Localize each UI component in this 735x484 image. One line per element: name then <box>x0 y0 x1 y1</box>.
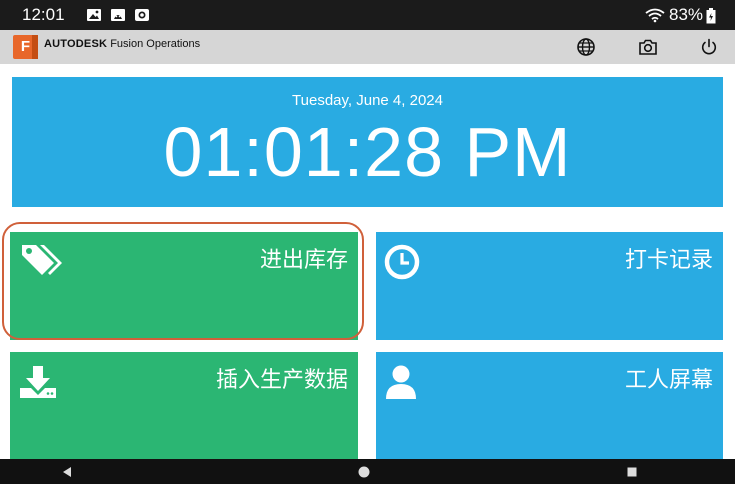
clock-icon <box>384 244 420 280</box>
globe-icon[interactable] <box>576 37 596 57</box>
clock-panel: Tuesday, June 4, 2024 01:01:28 PM <box>12 77 723 207</box>
recents-icon[interactable] <box>625 465 639 479</box>
clock-date: Tuesday, June 4, 2024 <box>292 92 443 109</box>
tile-insert-production-data-label: 插入生产数据 <box>215 368 348 393</box>
tile-clock-records-label: 打卡记录 <box>624 248 713 273</box>
app-header: F AUTODESK Fusion Operations <box>0 30 735 64</box>
status-time: 12:01 <box>22 5 65 24</box>
tags-icon <box>22 245 62 275</box>
battery-percentage: 83% <box>669 5 704 24</box>
user-icon <box>386 365 416 399</box>
power-icon[interactable] <box>699 37 719 57</box>
tile-inventory-label: 进出库存 <box>259 248 348 273</box>
tile-insert-production-data[interactable]: 插入生产数据 <box>10 352 358 459</box>
download-icon <box>20 366 56 398</box>
status-bar: 12:01 83% <box>0 0 735 30</box>
tile-inventory[interactable]: 进出库存 <box>10 232 358 340</box>
tile-worker-screen-label: 工人屏幕 <box>624 368 713 393</box>
record-icon <box>135 9 149 21</box>
image-icon <box>87 9 101 21</box>
android-debug-icon <box>111 9 125 21</box>
brand-name: AUTODESK <box>44 38 108 50</box>
app-name: AUTODESK Fusion Operations <box>44 38 200 50</box>
camera-icon[interactable] <box>638 37 658 57</box>
battery-icon <box>706 8 716 24</box>
back-icon[interactable] <box>60 465 74 479</box>
tile-clock-records[interactable]: 打卡记录 <box>376 232 723 340</box>
wifi-icon <box>645 8 665 23</box>
logo-letter: F <box>20 38 31 55</box>
clock-time: 01:01:28 PM <box>163 113 572 191</box>
home-icon[interactable] <box>357 465 371 479</box>
product-name: Fusion Operations <box>110 38 201 50</box>
system-nav-bar <box>0 459 735 484</box>
tile-worker-screen[interactable]: 工人屏幕 <box>376 352 723 459</box>
app-logo: F <box>13 35 38 59</box>
